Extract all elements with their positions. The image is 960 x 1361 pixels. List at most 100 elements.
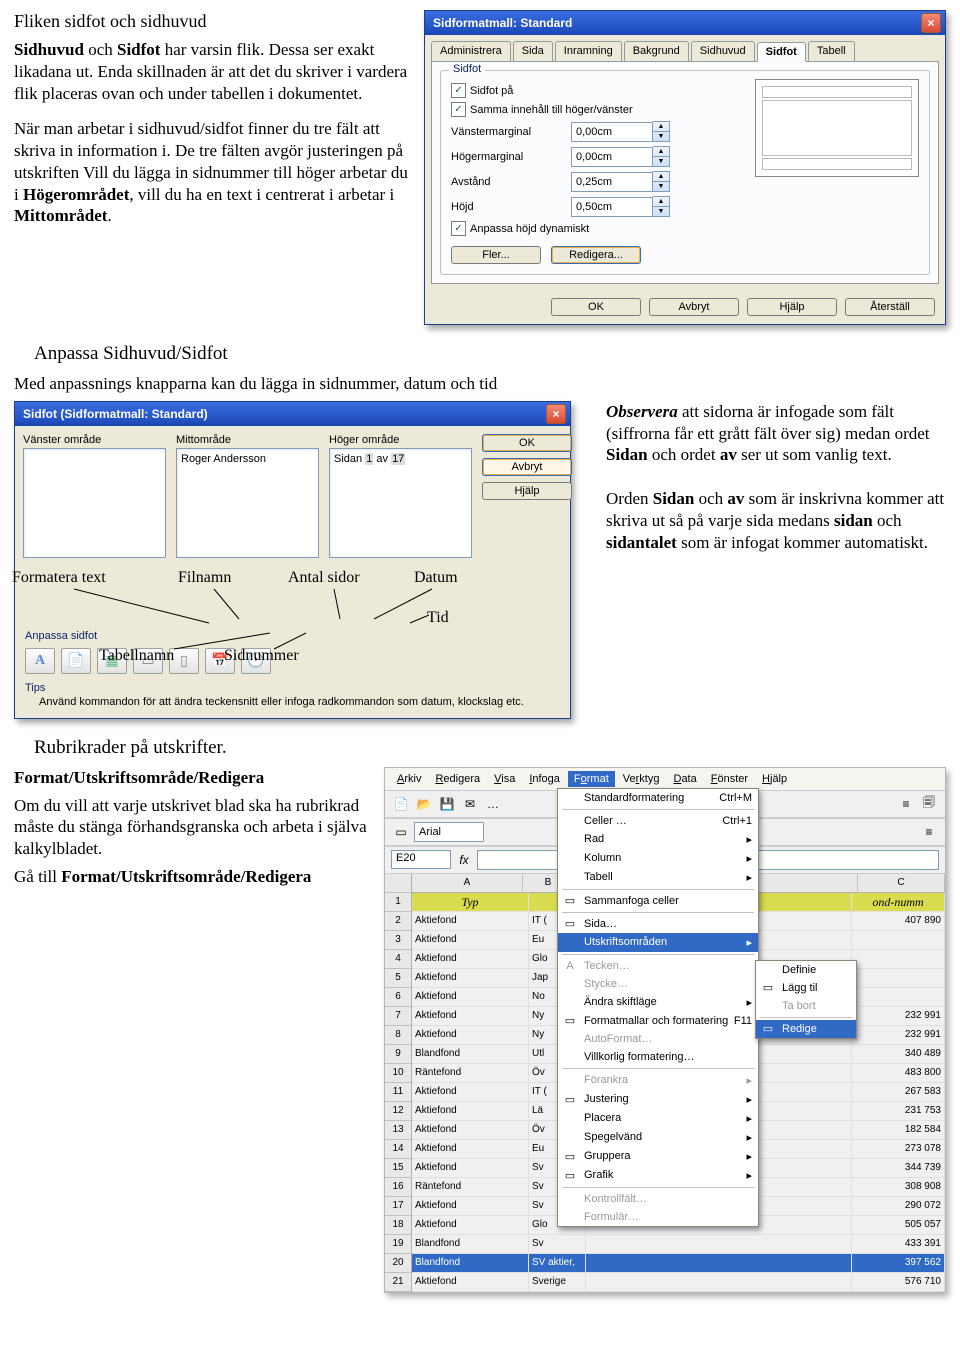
tab-sidhuvud[interactable]: Sidhuvud: [691, 41, 755, 61]
distance-field[interactable]: ▲▼: [571, 171, 670, 192]
dialog-title: Sidformatmall: Standard: [433, 16, 572, 30]
menu-redigera[interactable]: Redigera: [429, 771, 486, 787]
align-icon[interactable]: ≡: [896, 794, 916, 814]
tab-tabell[interactable]: Tabell: [808, 41, 855, 61]
tab-administrera[interactable]: Administrera: [431, 41, 511, 61]
submenu-item[interactable]: Definie: [756, 961, 856, 979]
menu-item[interactable]: ▭Sammanfoga celler: [558, 892, 758, 910]
mid-area-field[interactable]: Roger Andersson: [176, 448, 319, 558]
checkbox-same-content[interactable]: ✓Samma innehåll till höger/vänster: [451, 102, 743, 117]
menu-visa[interactable]: Visa: [488, 771, 521, 787]
menu-item[interactable]: ATecken…: [558, 957, 758, 975]
close-icon[interactable]: ×: [546, 404, 566, 424]
fx-icon[interactable]: fx: [454, 850, 474, 870]
menu-fonster[interactable]: Fönster: [705, 771, 754, 787]
page-style-dialog: Sidformatmall: Standard × Administrera S…: [424, 10, 946, 325]
menu-arkiv[interactable]: Arkiv: [391, 771, 427, 787]
submenu-item[interactable]: ▭Redige: [756, 1020, 856, 1038]
dialog-titlebar[interactable]: Sidfot (Sidformatmall: Standard) ×: [15, 402, 570, 426]
ok-button[interactable]: OK: [551, 298, 641, 316]
left-margin-field[interactable]: ▲▼: [571, 121, 670, 142]
menu-item[interactable]: ▭Grafik▸: [558, 1166, 758, 1185]
menu-item[interactable]: Utskriftsområden▸: [558, 933, 758, 952]
name-box[interactable]: E20: [391, 850, 451, 869]
menu-item[interactable]: Villkorlig formatering…: [558, 1048, 758, 1066]
open-icon[interactable]: 📂: [414, 794, 434, 814]
header-cell-fond[interactable]: ond-numm: [852, 893, 945, 911]
label-right-area: Höger område: [329, 434, 472, 446]
checkbox-dynamic-height[interactable]: ✓Anpassa höjd dynamiskt: [451, 221, 743, 236]
table-row[interactable]: BlandfondSv433 391: [412, 1235, 945, 1254]
menu-item[interactable]: AutoFormat…: [558, 1030, 758, 1048]
col-header-a[interactable]: A: [412, 874, 523, 892]
height-field[interactable]: ▲▼: [571, 196, 670, 217]
menu-item[interactable]: Ändra skiftläge▸: [558, 993, 758, 1012]
menu-verktyg[interactable]: Verktyg: [617, 771, 666, 787]
section-customize-footer: Anpassa sidfot: [15, 626, 570, 644]
print-ranges-submenu[interactable]: Definie▭Lägg tilTa bort ▭Redige: [755, 960, 857, 1039]
menu-item[interactable]: Kolumn▸: [558, 849, 758, 868]
menubar[interactable]: Arkiv Redigera Visa Infoga Format Verkty…: [385, 768, 945, 790]
col-header-c[interactable]: C: [858, 874, 945, 892]
checkbox-sidfot-on[interactable]: ✓Sidfot på: [451, 83, 743, 98]
align-left-icon[interactable]: ≡: [919, 822, 939, 842]
left-area-field[interactable]: [23, 448, 166, 558]
menu-item[interactable]: StandardformateringCtrl+M: [558, 789, 758, 807]
tab-inramning[interactable]: Inramning: [555, 41, 622, 61]
menu-hjalp[interactable]: Hjälp: [756, 771, 793, 787]
button-edit[interactable]: Redigera...: [551, 246, 641, 264]
paste-icon[interactable]: 🗐: [919, 794, 939, 814]
txt: Orden: [606, 489, 653, 508]
tab-bakgrund[interactable]: Bakgrund: [624, 41, 689, 61]
print-icon[interactable]: …: [483, 794, 503, 814]
ok-button[interactable]: OK: [482, 434, 572, 452]
menu-item[interactable]: ▭Justering▸: [558, 1090, 758, 1109]
format-text-icon[interactable]: A: [25, 648, 55, 674]
menu-item[interactable]: Formulär…: [558, 1208, 758, 1226]
table-row[interactable]: AktiefondSverige (normal)576 710: [412, 1273, 945, 1292]
txt: .: [107, 206, 111, 225]
menu-item[interactable]: ▭Formatmallar och formateringF11: [558, 1012, 758, 1030]
cancel-button[interactable]: Avbryt: [649, 298, 739, 316]
font-name-field[interactable]: Arial: [414, 822, 484, 842]
label-height: Höjd: [451, 201, 571, 213]
new-doc-icon[interactable]: 📄: [391, 794, 411, 814]
filename-icon[interactable]: 📄: [61, 648, 91, 674]
menu-infoga[interactable]: Infoga: [523, 771, 566, 787]
styles-icon[interactable]: ▭: [391, 822, 411, 842]
menu-item[interactable]: Tabell▸: [558, 868, 758, 887]
save-icon[interactable]: 💾: [437, 794, 457, 814]
tab-sidfot[interactable]: Sidfot: [757, 42, 806, 62]
menu-item[interactable]: Förankra▸: [558, 1071, 758, 1090]
menu-item[interactable]: Kontrollfält…: [558, 1190, 758, 1208]
menu-item[interactable]: Spegelvänd▸: [558, 1128, 758, 1147]
menu-item[interactable]: Placera▸: [558, 1109, 758, 1128]
chk-label: Samma innehåll till höger/vänster: [470, 104, 633, 116]
menu-format[interactable]: Format: [568, 771, 615, 787]
menu-item[interactable]: ▭Gruppera▸: [558, 1147, 758, 1166]
txt: Högerområdet: [23, 185, 129, 204]
cancel-button[interactable]: Avbryt: [482, 458, 572, 476]
help-button[interactable]: Hjälp: [747, 298, 837, 316]
help-button[interactable]: Hjälp: [482, 482, 572, 500]
submenu-item[interactable]: ▭Lägg til: [756, 979, 856, 997]
format-menu-dropdown[interactable]: StandardformateringCtrl+M Celler …Ctrl+1R…: [557, 788, 759, 1227]
menu-data[interactable]: Data: [667, 771, 702, 787]
menu-item[interactable]: Rad▸: [558, 830, 758, 849]
tab-sida[interactable]: Sida: [513, 41, 553, 61]
dialog-titlebar[interactable]: Sidformatmall: Standard ×: [425, 11, 945, 35]
submenu-item[interactable]: Ta bort: [756, 997, 856, 1015]
menu-item[interactable]: ▭Sida…: [558, 915, 758, 933]
menu-item[interactable]: Celler …Ctrl+1: [558, 812, 758, 830]
close-icon[interactable]: ×: [921, 13, 941, 33]
menu-item[interactable]: Stycke…: [558, 975, 758, 993]
right-area-field[interactable]: Sidan 1 av 17: [329, 448, 472, 558]
table-row[interactable]: BlandfondSV aktier, la aktier och sv ran…: [412, 1254, 945, 1273]
right-margin-field[interactable]: ▲▼: [571, 146, 670, 167]
mail-icon[interactable]: ✉: [460, 794, 480, 814]
txt: Sidan: [334, 453, 365, 465]
txt: av: [373, 453, 391, 465]
button-more[interactable]: Fler...: [451, 246, 541, 264]
reset-button[interactable]: Återställ: [845, 298, 935, 316]
header-cell-typ[interactable]: Typ: [412, 893, 529, 911]
